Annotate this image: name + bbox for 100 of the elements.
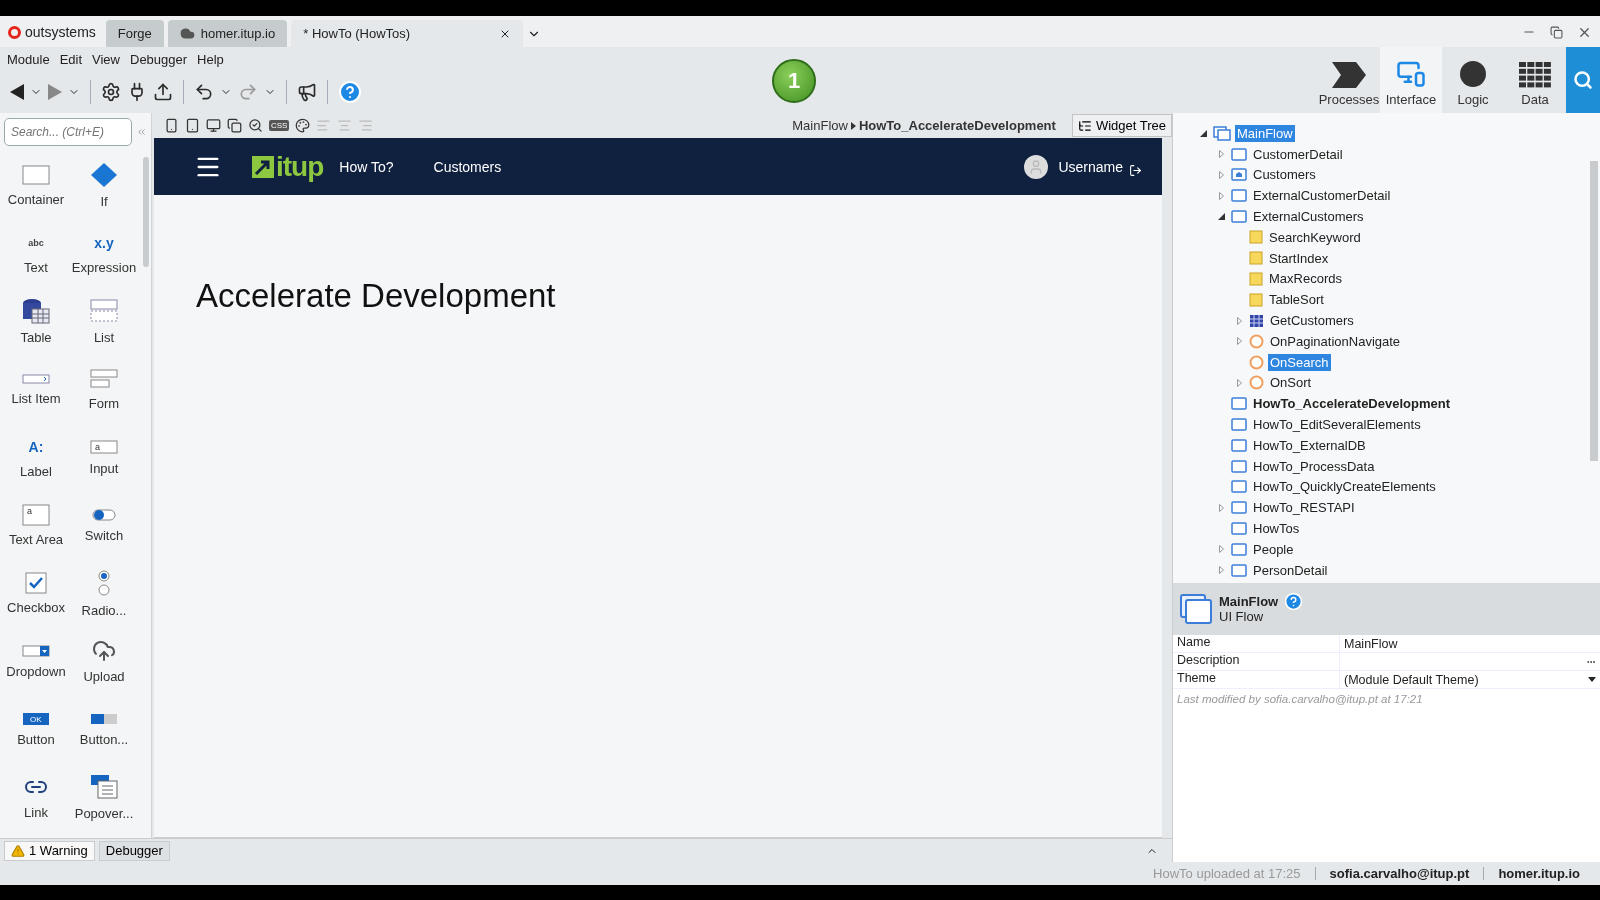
tree-item[interactable]: CustomerDetail bbox=[1251, 145, 1345, 163]
collapsed-triangle-icon[interactable] bbox=[1236, 378, 1242, 387]
debugger-tab[interactable]: Debugger bbox=[98, 840, 170, 861]
zoom-icon[interactable] bbox=[248, 118, 263, 133]
tree-item[interactable]: HowTo_ExternalDB bbox=[1251, 436, 1368, 454]
tree-item[interactable]: HowTo_RESTAPI bbox=[1251, 499, 1357, 517]
nav-link[interactable]: How To? bbox=[339, 158, 394, 175]
widget-tool[interactable]: Radio... bbox=[70, 559, 138, 627]
tree-item[interactable]: ExternalCustomers bbox=[1251, 208, 1366, 226]
widget-tool[interactable]: OK Button bbox=[2, 695, 70, 763]
tree-item[interactable]: OnSort bbox=[1268, 374, 1314, 392]
widget-tool[interactable]: If bbox=[70, 151, 138, 219]
upload-icon[interactable] bbox=[153, 82, 173, 102]
widget-tool[interactable]: A: Label bbox=[2, 423, 70, 491]
tree-item[interactable]: OnPaginationNavigate bbox=[1268, 332, 1403, 350]
tree-item[interactable]: HowTos bbox=[1251, 520, 1302, 538]
back-icon[interactable] bbox=[10, 84, 24, 100]
restore-icon[interactable] bbox=[1550, 25, 1563, 39]
expanded-triangle-icon[interactable] bbox=[1217, 213, 1225, 221]
scrollbar[interactable] bbox=[1590, 161, 1598, 461]
undo-icon[interactable] bbox=[194, 82, 214, 102]
widget-tool[interactable]: Button... bbox=[70, 695, 138, 763]
collapsed-triangle-icon[interactable] bbox=[1236, 337, 1242, 346]
tree-item[interactable]: HowTo_QuicklyCreateElements bbox=[1251, 478, 1438, 496]
widget-tool[interactable]: Container bbox=[2, 151, 70, 219]
copy-icon[interactable] bbox=[227, 118, 242, 133]
palette-icon[interactable] bbox=[295, 118, 311, 133]
document-tab[interactable]: Forge bbox=[105, 20, 164, 47]
menu-item[interactable]: Module bbox=[2, 49, 55, 69]
monitor-icon[interactable] bbox=[206, 118, 221, 133]
widget-tool[interactable]: Upload bbox=[70, 627, 138, 695]
help-icon[interactable] bbox=[1284, 591, 1304, 611]
widget-tool[interactable]: x.y Expression bbox=[70, 219, 138, 287]
expanded-triangle-icon[interactable] bbox=[1199, 129, 1207, 137]
css-icon[interactable]: CSS bbox=[269, 120, 290, 131]
tree-item[interactable]: HowTo_EditSeveralElements bbox=[1251, 416, 1423, 434]
collapsed-triangle-icon[interactable] bbox=[1236, 316, 1242, 325]
megaphone-icon[interactable] bbox=[297, 82, 317, 102]
document-tab[interactable]: * HowTo (HowTos) bbox=[291, 20, 524, 47]
phone-icon[interactable] bbox=[164, 118, 179, 133]
page-heading: Accelerate Development bbox=[196, 277, 557, 315]
collapsed-triangle-icon[interactable] bbox=[1218, 545, 1224, 554]
settings-icon[interactable] bbox=[101, 82, 121, 102]
tree-item[interactable]: MainFlow bbox=[1235, 124, 1295, 142]
widget-tool[interactable]: Popover... bbox=[70, 763, 138, 831]
widget-tool[interactable]: a Input bbox=[70, 423, 138, 491]
nav-tab[interactable]: Processes bbox=[1318, 47, 1380, 113]
collapsed-triangle-icon[interactable] bbox=[1218, 171, 1224, 179]
nav-tab[interactable]: Interface bbox=[1380, 47, 1442, 113]
nav-tab[interactable]: Logic bbox=[1442, 47, 1504, 113]
collapsed-triangle-icon[interactable] bbox=[1218, 150, 1224, 159]
tree-item[interactable]: GetCustomers bbox=[1268, 312, 1356, 330]
tree-item[interactable]: OnSearch bbox=[1268, 353, 1331, 371]
menu-item[interactable]: Help bbox=[192, 49, 229, 69]
avatar-icon[interactable] bbox=[1024, 154, 1049, 179]
forward-icon[interactable] bbox=[48, 84, 62, 100]
collapsed-triangle-icon[interactable] bbox=[1218, 503, 1224, 512]
widget-tool[interactable]: List Item bbox=[2, 355, 70, 423]
widget-tool[interactable]: Dropdown bbox=[2, 627, 70, 695]
search-button[interactable] bbox=[1566, 47, 1600, 113]
collapsed-triangle-icon[interactable] bbox=[1218, 566, 1224, 575]
redo-icon[interactable] bbox=[238, 82, 258, 102]
tree-item[interactable]: People bbox=[1251, 540, 1296, 558]
tree-item[interactable]: StartIndex bbox=[1267, 249, 1331, 267]
tree-item[interactable]: TableSort bbox=[1267, 291, 1326, 309]
widget-tool[interactable]: List bbox=[70, 287, 138, 355]
widget-tool[interactable]: Form bbox=[70, 355, 138, 423]
property-value[interactable]: (Module Default Theme) bbox=[1339, 671, 1600, 688]
widget-tool[interactable]: Table bbox=[2, 287, 70, 355]
widget-tool[interactable]: abc Text bbox=[2, 219, 70, 287]
tree-item[interactable]: PersonDetail bbox=[1251, 561, 1330, 579]
cloud-upload-icon bbox=[92, 638, 116, 663]
document-tab[interactable]: homer.itup.io bbox=[167, 20, 288, 47]
collapsed-triangle-icon[interactable] bbox=[1218, 191, 1224, 200]
breadcrumb-link[interactable]: MainFlow bbox=[792, 118, 848, 133]
dropdown-caret-icon[interactable] bbox=[1588, 677, 1596, 682]
logout-icon[interactable] bbox=[1129, 164, 1142, 177]
tree-item[interactable]: HowTo_AccelerateDevelopment bbox=[1251, 395, 1452, 413]
widget-tool[interactable]: Link bbox=[2, 763, 70, 831]
menu-item[interactable]: Edit bbox=[54, 49, 88, 69]
property-value[interactable]: MainFlow bbox=[1339, 635, 1600, 652]
search-field[interactable]: Search... (Ctrl+E) bbox=[4, 118, 132, 146]
widget-tool[interactable]: Checkbox bbox=[2, 559, 70, 627]
tree-item[interactable]: ExternalCustomerDetail bbox=[1251, 187, 1393, 205]
nav-tab[interactable]: Data bbox=[1504, 47, 1566, 113]
widget-tree-button[interactable]: Widget Tree bbox=[1071, 114, 1172, 137]
scrollbar[interactable] bbox=[143, 157, 149, 267]
screen-icon bbox=[1231, 397, 1247, 411]
menu-item[interactable]: Debugger bbox=[125, 49, 193, 69]
tablet-icon[interactable] bbox=[185, 118, 200, 133]
warnings-tab[interactable]: 1 Warning bbox=[4, 840, 95, 861]
tree-item[interactable]: SearchKeyword bbox=[1267, 228, 1363, 246]
menu-item[interactable]: View bbox=[87, 49, 125, 69]
help-icon[interactable] bbox=[338, 80, 362, 104]
tree-item[interactable]: MaxRecords bbox=[1267, 270, 1344, 288]
tree-item[interactable]: HowTo_ProcessData bbox=[1251, 457, 1377, 475]
tree-item[interactable]: Customers bbox=[1251, 166, 1318, 184]
widget-tool[interactable]: a Text Area bbox=[2, 491, 70, 559]
widget-tool[interactable]: Switch bbox=[70, 491, 138, 559]
nav-link[interactable]: Customers bbox=[433, 158, 502, 175]
